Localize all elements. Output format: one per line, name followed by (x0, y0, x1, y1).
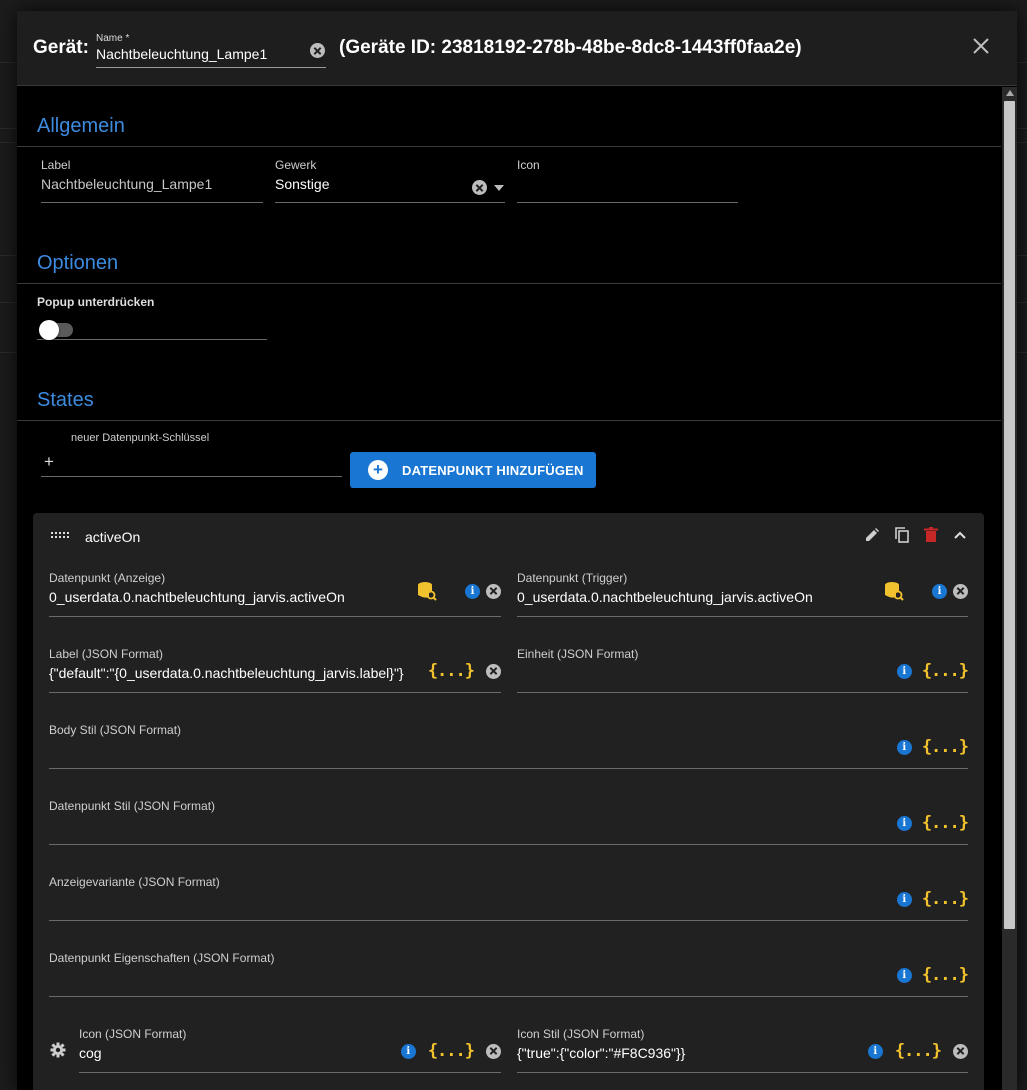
section-divider (17, 146, 1001, 147)
cog-icon (50, 1042, 66, 1058)
trade-select-label: Gewerk (275, 158, 317, 172)
datapoint-trigger-field[interactable]: Datenpunkt (Trigger) 0_userdata.0.nachtb… (517, 571, 968, 617)
chevron-up-icon[interactable] (952, 527, 968, 543)
trade-select[interactable]: Gewerk Sonstige (275, 158, 505, 203)
datapoint-display-field[interactable]: Datenpunkt (Anzeige) 0_userdata.0.nachtb… (49, 571, 501, 617)
delete-icon[interactable] (924, 527, 938, 543)
icon-field[interactable]: Icon (517, 158, 738, 203)
new-datapoint-key-label: neuer Datenpunkt-Schlüssel (71, 432, 210, 444)
info-icon[interactable]: i (465, 583, 480, 599)
label-field-label: Label (41, 158, 71, 172)
device-edit-dialog: Gerät: Name * Nachtbeleuchtung_Lampe1 (G… (17, 11, 1017, 1090)
clear-trade-icon[interactable] (472, 180, 487, 195)
datapoint-properties-json-label: Datenpunkt Eigenschaften (JSON Format) (49, 951, 275, 965)
section-title-general: Allgemein (37, 115, 125, 137)
popup-suppress-field: Popup unterdrücken (37, 295, 267, 340)
label-input[interactable]: Nachtbeleuchtung_Lampe1 (41, 176, 212, 192)
json-editor-icon[interactable]: {...} (428, 1041, 475, 1061)
drag-handle-icon[interactable] (51, 532, 71, 540)
state-card-header[interactable]: activeOn (33, 513, 984, 561)
json-editor-icon[interactable]: {...} (922, 737, 969, 757)
datapoint-display-input[interactable]: 0_userdata.0.nachtbeleuchtung_jarvis.act… (49, 589, 345, 605)
popup-suppress-label: Popup unterdrücken (37, 295, 155, 309)
label-json-label: Label (JSON Format) (49, 647, 164, 661)
scrollbar-thumb[interactable] (1004, 101, 1015, 929)
section-divider (17, 283, 1001, 284)
icon-style-json-input[interactable]: {"true":{"color":"#F8C936"}} (517, 1045, 685, 1061)
info-icon[interactable]: i (896, 739, 912, 755)
info-icon[interactable]: i (932, 583, 947, 599)
info-icon[interactable]: i (896, 815, 912, 831)
info-icon[interactable]: i (896, 663, 912, 679)
label-json-input[interactable]: {"default":"{0_userdata.0.nachtbeleuchtu… (49, 665, 404, 681)
datapoint-properties-json-field[interactable]: Datenpunkt Eigenschaften (JSON Format) i… (49, 951, 969, 997)
label-json-field[interactable]: Label (JSON Format) {"default":"{0_userd… (49, 647, 501, 693)
display-variant-json-label: Anzeigevariante (JSON Format) (49, 875, 220, 889)
info-icon[interactable]: i (896, 891, 912, 907)
section-title-states: States (37, 389, 94, 411)
dialog-content: Allgemein Label Nachtbeleuchtung_Lampe1 … (17, 87, 1001, 1090)
info-icon[interactable]: i (400, 1043, 416, 1059)
unit-json-field[interactable]: Einheit (JSON Format) i {...} (517, 647, 969, 693)
clear-datapoint-trigger-icon[interactable] (953, 583, 968, 599)
new-datapoint-key-field[interactable]: neuer Datenpunkt-Schlüssel + (41, 432, 342, 477)
icon-json-input[interactable]: cog (79, 1045, 102, 1061)
body-style-json-field[interactable]: Body Stil (JSON Format) i {...} (49, 723, 969, 769)
icon-field-label: Icon (517, 158, 540, 172)
add-circle-icon: + (368, 460, 388, 480)
datapoint-style-json-label: Datenpunkt Stil (JSON Format) (49, 799, 216, 813)
info-icon[interactable]: i (896, 967, 912, 983)
device-id-text: (Geräte ID: 23818192-278b-48be-8dc8-1443… (339, 37, 802, 58)
clear-icon-json-icon[interactable] (486, 1043, 501, 1059)
json-editor-icon[interactable]: {...} (428, 661, 475, 681)
body-style-json-label: Body Stil (JSON Format) (49, 723, 182, 737)
icon-json-field[interactable]: Icon (JSON Format) cog i {...} (79, 1027, 501, 1073)
device-name-input[interactable]: Nachtbeleuchtung_Lampe1 (96, 46, 267, 62)
label-field[interactable]: Label Nachtbeleuchtung_Lampe1 (41, 158, 263, 203)
icon-json-label: Icon (JSON Format) (79, 1027, 187, 1041)
add-datapoint-button[interactable]: + DATENPUNKT HINZUFÜGEN (350, 452, 596, 488)
plus-icon: + (44, 452, 54, 471)
json-editor-icon[interactable]: {...} (922, 661, 969, 681)
close-icon[interactable] (972, 37, 990, 55)
unit-json-label: Einheit (JSON Format) (517, 647, 639, 661)
trade-select-value[interactable]: Sonstige (275, 176, 329, 192)
icon-style-json-label: Icon Stil (JSON Format) (517, 1027, 645, 1041)
datapoint-trigger-label: Datenpunkt (Trigger) (517, 571, 628, 585)
add-datapoint-button-label: DATENPUNKT HINZUFÜGEN (402, 462, 584, 478)
state-card-activeon: activeOn Datenpunkt (Anzeige) 0_userdata… (33, 513, 984, 1090)
state-card-title: activeOn (85, 529, 141, 545)
device-name-field[interactable]: Name * Nachtbeleuchtung_Lampe1 (96, 31, 326, 68)
device-prefix-label: Gerät: (33, 37, 89, 58)
info-icon[interactable]: i (867, 1043, 883, 1059)
clear-datapoint-display-icon[interactable] (486, 583, 501, 599)
device-name-label: Name * (96, 33, 130, 44)
clear-name-icon[interactable] (310, 43, 325, 58)
datapoint-style-json-field[interactable]: Datenpunkt Stil (JSON Format) i {...} (49, 799, 969, 845)
display-variant-json-field[interactable]: Anzeigevariante (JSON Format) i {...} (49, 875, 969, 921)
json-editor-icon[interactable]: {...} (922, 813, 969, 833)
database-search-icon[interactable] (884, 581, 904, 601)
toggle-knob (39, 320, 59, 340)
json-editor-icon[interactable]: {...} (895, 1041, 942, 1061)
clear-label-json-icon[interactable] (486, 663, 501, 679)
copy-icon[interactable] (894, 527, 910, 543)
pencil-icon[interactable] (864, 527, 880, 543)
icon-style-json-field[interactable]: Icon Stil (JSON Format) {"true":{"color"… (517, 1027, 968, 1073)
datapoint-display-label: Datenpunkt (Anzeige) (49, 571, 166, 585)
chevron-down-icon[interactable] (493, 182, 505, 194)
section-title-options: Optionen (37, 252, 119, 274)
section-divider (17, 420, 1001, 421)
clear-icon-style-json-icon[interactable] (953, 1043, 968, 1059)
dialog-header: Gerät: Name * Nachtbeleuchtung_Lampe1 (G… (17, 11, 1017, 86)
database-search-icon[interactable] (417, 581, 437, 601)
json-editor-icon[interactable]: {...} (922, 965, 969, 985)
scroll-up-arrow-icon[interactable] (1006, 90, 1014, 96)
popup-suppress-toggle[interactable] (39, 320, 73, 340)
dialog-scrollbar[interactable] (1002, 87, 1017, 1090)
json-editor-icon[interactable]: {...} (922, 889, 969, 909)
datapoint-trigger-input[interactable]: 0_userdata.0.nachtbeleuchtung_jarvis.act… (517, 589, 813, 605)
